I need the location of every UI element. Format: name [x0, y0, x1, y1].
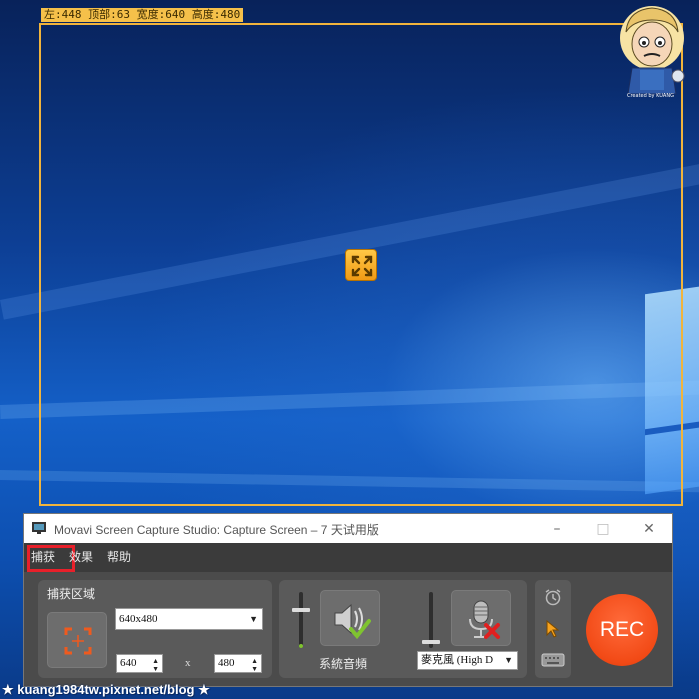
- microphone-toggle[interactable]: [451, 590, 511, 646]
- capture-coordinates-label: 左:448 顶部:63 宽度:640 高度:480: [41, 8, 244, 22]
- close-button[interactable]: ✕: [626, 514, 672, 543]
- menu-bar: 捕获 效果 帮助: [24, 543, 672, 572]
- dropdown-arrow-icon: ▼: [249, 614, 258, 624]
- menu-effects[interactable]: 效果: [69, 543, 93, 572]
- keyboard-icon[interactable]: [541, 652, 565, 668]
- system-audio-level: [299, 644, 303, 648]
- microphone-device-value: 麥克風 (High D: [421, 654, 494, 666]
- window-titlebar[interactable]: Movavi Screen Capture Studio: Capture Sc…: [24, 514, 672, 543]
- resolution-preset-value: 640x480: [119, 613, 158, 625]
- capture-area-panel: 捕获区域 640x480 ▼ 640 ▲ ▼ x 480 ▲ ▼: [38, 580, 272, 678]
- window-title: Movavi Screen Capture Studio: Capture Sc…: [54, 523, 379, 537]
- microphone-muted-icon: [469, 600, 500, 639]
- minimize-button[interactable]: –: [534, 514, 580, 543]
- microphone-device-select[interactable]: 麥克風 (High D ▼: [417, 651, 518, 670]
- dropdown-arrow-icon: ▼: [504, 655, 513, 665]
- system-audio-slider-thumb[interactable]: [292, 608, 310, 612]
- speaker-check-icon: [334, 603, 371, 640]
- movavi-window: Movavi Screen Capture Studio: Capture Sc…: [23, 513, 673, 687]
- resolution-preset-select[interactable]: 640x480 ▼: [115, 608, 263, 630]
- maximize-button[interactable]: □: [580, 514, 626, 543]
- avatar-caption: Created by KUANG: [627, 93, 674, 99]
- stepper-arrows-icon: ▲ ▼: [152, 657, 159, 673]
- width-value: 640: [120, 657, 137, 669]
- system-audio-toggle[interactable]: [320, 590, 380, 646]
- expand-arrows-icon: [351, 255, 373, 277]
- stepper-arrows-icon: ▲ ▼: [251, 657, 258, 673]
- height-stepper[interactable]: 480 ▲ ▼: [214, 654, 262, 673]
- menu-capture-highlight: [27, 545, 75, 572]
- cursor-arrow-icon[interactable]: [545, 620, 561, 638]
- expand-capture-button[interactable]: [345, 249, 377, 281]
- side-tools-panel: [535, 580, 571, 678]
- system-audio-label: 系統音頻: [319, 657, 368, 671]
- select-area-button[interactable]: [47, 612, 107, 668]
- menu-capture[interactable]: 捕获: [27, 543, 75, 572]
- mic-slider-thumb[interactable]: [422, 640, 440, 644]
- width-stepper[interactable]: 640 ▲ ▼: [116, 654, 163, 673]
- avatar-cartoon: [612, 2, 692, 100]
- height-value: 480: [218, 657, 235, 669]
- dimension-separator: x: [185, 657, 191, 669]
- crosshair-area-icon: [64, 627, 92, 655]
- blog-watermark: ★ kuang1984tw.pixnet.net/blog ★: [2, 682, 210, 697]
- system-audio-volume-slider[interactable]: [299, 592, 303, 648]
- movavi-app-icon: [32, 522, 46, 534]
- capture-area-label: 捕获区域: [47, 587, 96, 601]
- menu-help[interactable]: 帮助: [107, 543, 131, 572]
- record-button[interactable]: REC: [586, 594, 658, 666]
- audio-panel: 系統音頻 麥克風 (High D ▼: [279, 580, 527, 678]
- alarm-clock-icon[interactable]: [543, 588, 563, 606]
